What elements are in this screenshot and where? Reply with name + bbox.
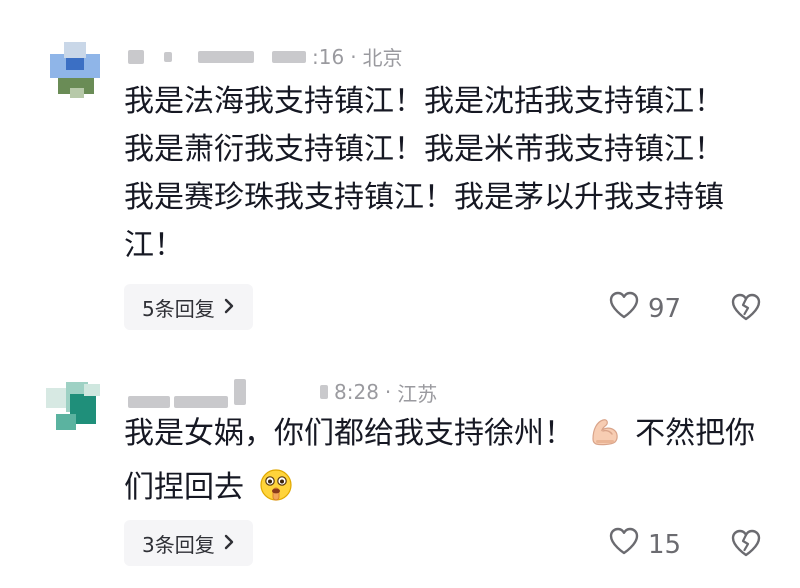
- flexed-biceps-icon: [588, 415, 622, 464]
- comment-location: 江苏: [397, 381, 438, 406]
- chevron-right-icon: [223, 531, 235, 555]
- dislike-button[interactable]: [730, 292, 762, 326]
- redacted-username: [128, 49, 144, 64]
- comment-text: 我是法海我支持镇江！我是沈括我支持镇江！ 我是萧衍我支持镇江！我是米芾我支持镇江…: [124, 78, 724, 270]
- shushing-face-icon: [258, 467, 294, 518]
- comment-time: 8:28: [334, 380, 379, 404]
- meta-separator: ·: [384, 380, 392, 404]
- like-count: 97: [648, 293, 682, 324]
- replies-label: 5条回复: [142, 296, 215, 321]
- view-replies-button[interactable]: 5条回复: [124, 284, 253, 330]
- comment-meta: 8:28 · 江苏: [128, 376, 437, 408]
- comment-line: 我是法海我支持镇江！我是沈括我支持镇江！: [124, 84, 724, 119]
- chevron-right-icon: [223, 295, 235, 319]
- avatar[interactable]: [40, 368, 110, 438]
- heart-icon: [608, 290, 648, 327]
- comment-line: 我是萧衍我支持镇江！我是米芾我支持镇江！: [124, 132, 724, 167]
- broken-heart-icon: [730, 293, 762, 326]
- like-button[interactable]: 97: [608, 290, 681, 327]
- heart-icon: [608, 526, 648, 563]
- comment-line: 们捏回去: [124, 464, 755, 518]
- comment-location: 北京: [362, 46, 403, 70]
- comment-meta: :16 · 北京: [128, 42, 403, 71]
- broken-heart-icon: [730, 529, 762, 562]
- view-replies-button[interactable]: 3条回复: [124, 520, 253, 566]
- comment-time: :16: [312, 44, 345, 69]
- comment-line: 我是赛珍珠我支持镇江！我是茅以升我支持镇: [124, 180, 724, 215]
- redacted-username: [128, 396, 170, 408]
- like-count: 15: [648, 529, 682, 560]
- replies-label: 3条回复: [142, 532, 215, 557]
- avatar[interactable]: [40, 32, 110, 102]
- dislike-button[interactable]: [730, 528, 762, 562]
- like-button[interactable]: 15: [608, 526, 681, 563]
- comment-text: 我是女娲，你们都给我支持徐州！ 不然把你 们捏回去: [124, 410, 755, 518]
- meta-separator: ·: [350, 44, 357, 69]
- comment-line: 我是女娲，你们都给我支持徐州！ 不然把你: [124, 410, 755, 464]
- comment-line: 江！: [124, 228, 184, 263]
